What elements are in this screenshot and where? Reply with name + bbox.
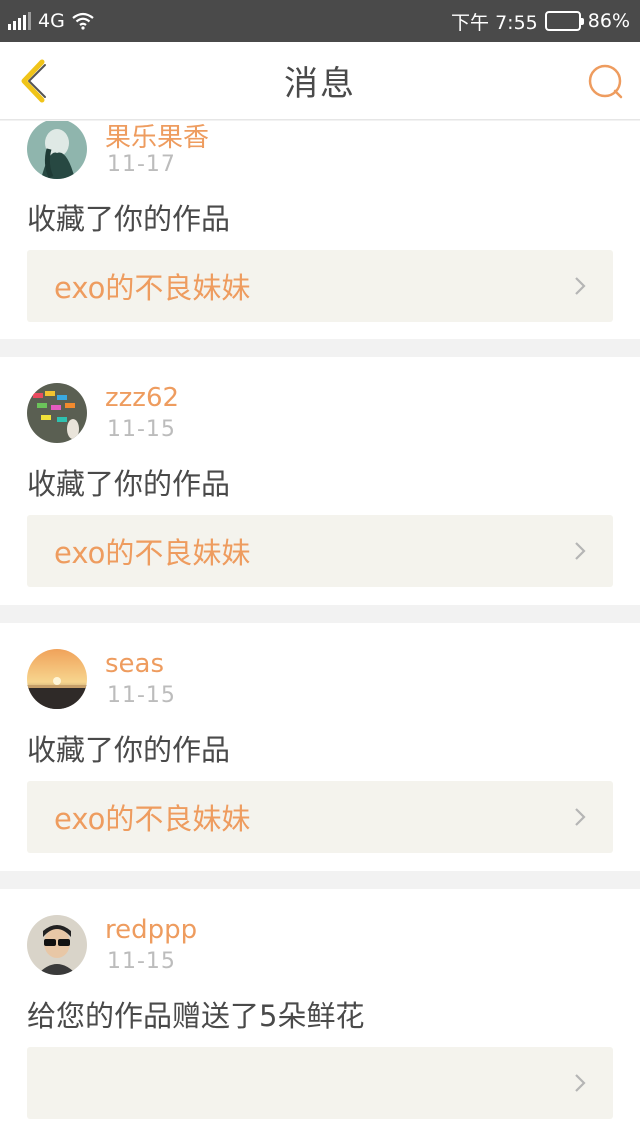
chevron-right-icon [575,1074,586,1092]
avatar[interactable] [27,383,87,443]
avatar[interactable] [27,915,87,975]
battery-percent: 86% [587,10,630,32]
message-card: seas 11-15 收藏了你的作品 exo的不良妹妹 [0,623,640,871]
work-link[interactable] [27,1047,613,1119]
avatar[interactable] [27,121,87,179]
message-text: 收藏了你的作品 [27,733,231,767]
status-left: 4G [8,10,94,32]
work-title: exo的不良妹妹 [54,536,251,570]
work-link[interactable]: exo的不良妹妹 [27,515,613,587]
battery-icon [544,11,584,31]
message-card: zzz62 11-15 收藏了你的作品 exo的不良妹妹 [0,357,640,605]
status-right: 下午 7:55 86% [451,8,630,35]
message-card: 果乐果香 11-17 收藏了你的作品 exo的不良妹妹 [0,121,640,339]
message-date: 11-15 [107,683,176,708]
username[interactable]: seas [105,649,164,679]
message-list[interactable]: 果乐果香 11-17 收藏了你的作品 exo的不良妹妹 zzz62 11-15 … [0,121,640,1138]
chevron-right-icon [575,542,586,560]
page-title: 消息 [284,64,356,104]
work-title: exo的不良妹妹 [54,802,251,836]
back-icon[interactable] [14,58,54,104]
search-icon[interactable] [586,62,626,102]
status-bar: 4G 下午 7:55 86% [0,0,640,42]
username[interactable]: redppp [105,915,197,945]
work-link[interactable]: exo的不良妹妹 [27,250,613,322]
work-title: exo的不良妹妹 [54,271,251,305]
clock: 下午 7:55 [451,11,538,34]
message-text: 给您的作品赠送了5朵鲜花 [27,999,365,1033]
message-date: 11-15 [107,417,176,442]
wifi-icon [72,12,94,30]
message-date: 11-17 [107,152,176,177]
username[interactable]: 果乐果香 [105,121,209,154]
nav-bar: 消息 [0,42,640,120]
message-text: 收藏了你的作品 [27,467,231,501]
message-card: redppp 11-15 给您的作品赠送了5朵鲜花 [0,889,640,1138]
work-link[interactable]: exo的不良妹妹 [27,781,613,853]
message-date: 11-15 [107,949,176,974]
chevron-right-icon [575,277,586,295]
avatar[interactable] [27,649,87,709]
network-type: 4G [38,10,65,32]
message-text: 收藏了你的作品 [27,202,231,236]
chevron-right-icon [575,808,586,826]
username[interactable]: zzz62 [105,383,179,413]
signal-icon [8,12,31,30]
